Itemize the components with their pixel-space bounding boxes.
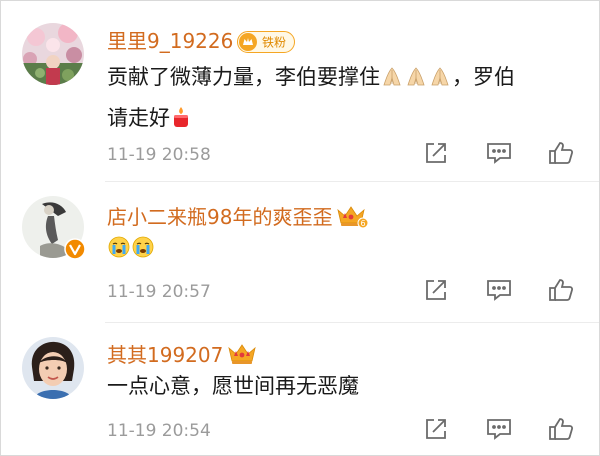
crying-face-emoji <box>107 234 131 271</box>
comment-icon[interactable] <box>485 276 513 304</box>
timestamp: 11-19 20:58 <box>107 145 211 165</box>
like-icon[interactable] <box>547 139 575 167</box>
username-text[interactable]: 其其199207 <box>107 343 223 367</box>
share-icon[interactable] <box>422 415 450 443</box>
comment-text-part: ，罗伯 <box>452 65 515 89</box>
share-icon[interactable] <box>422 276 450 304</box>
timestamp: 11-19 20:57 <box>107 282 211 302</box>
comment-item: 店小二来瓶98年的爽歪歪 6 11-19 20:57 <box>1 182 599 322</box>
crying-face-emoji <box>131 234 155 271</box>
username-text[interactable]: 店小二来瓶98年的爽歪歪 <box>107 205 332 229</box>
comment-text: 一点心意，愿世间再无恶魔 <box>107 374 359 398</box>
avatar[interactable] <box>22 337 84 399</box>
fan-badge: 铁粉 <box>237 31 296 58</box>
praying-hands-emoji <box>380 63 404 100</box>
comment-text <box>107 230 577 271</box>
comment-item: 其其199207 一点心意，愿世间再无恶魔 11-19 20:54 <box>1 323 599 455</box>
comment-text-part: 贡献了微薄力量，李伯要撑住 <box>107 65 380 89</box>
comment-item: 里里9_19226 铁粉 贡献了微薄力量，李伯要撑住 ，罗伯 请走好 11-19 … <box>1 1 599 181</box>
like-icon[interactable] <box>547 276 575 304</box>
comment-text-part: 请走好 <box>107 106 170 130</box>
verified-v-icon <box>64 238 86 260</box>
praying-hands-emoji <box>404 63 428 100</box>
username[interactable]: 里里9_19226 铁粉 <box>107 25 296 58</box>
comment-list: 里里9_19226 铁粉 贡献了微薄力量，李伯要撑住 ，罗伯 请走好 11-19 … <box>0 0 600 456</box>
comment-text: 贡献了微薄力量，李伯要撑住 ，罗伯 请走好 <box>107 59 577 141</box>
timestamp: 11-19 20:54 <box>107 421 211 441</box>
like-icon[interactable] <box>547 415 575 443</box>
comment-icon[interactable] <box>485 139 513 167</box>
comment-icon[interactable] <box>485 415 513 443</box>
vip-level-label: 6 <box>361 219 366 228</box>
avatar[interactable] <box>22 196 86 260</box>
username-text[interactable]: 里里9_19226 <box>107 29 233 53</box>
avatar[interactable] <box>22 23 84 85</box>
candle-emoji <box>170 104 192 141</box>
fan-badge-label: 铁粉 <box>262 36 286 50</box>
share-icon[interactable] <box>422 139 450 167</box>
praying-hands-emoji <box>428 63 452 100</box>
